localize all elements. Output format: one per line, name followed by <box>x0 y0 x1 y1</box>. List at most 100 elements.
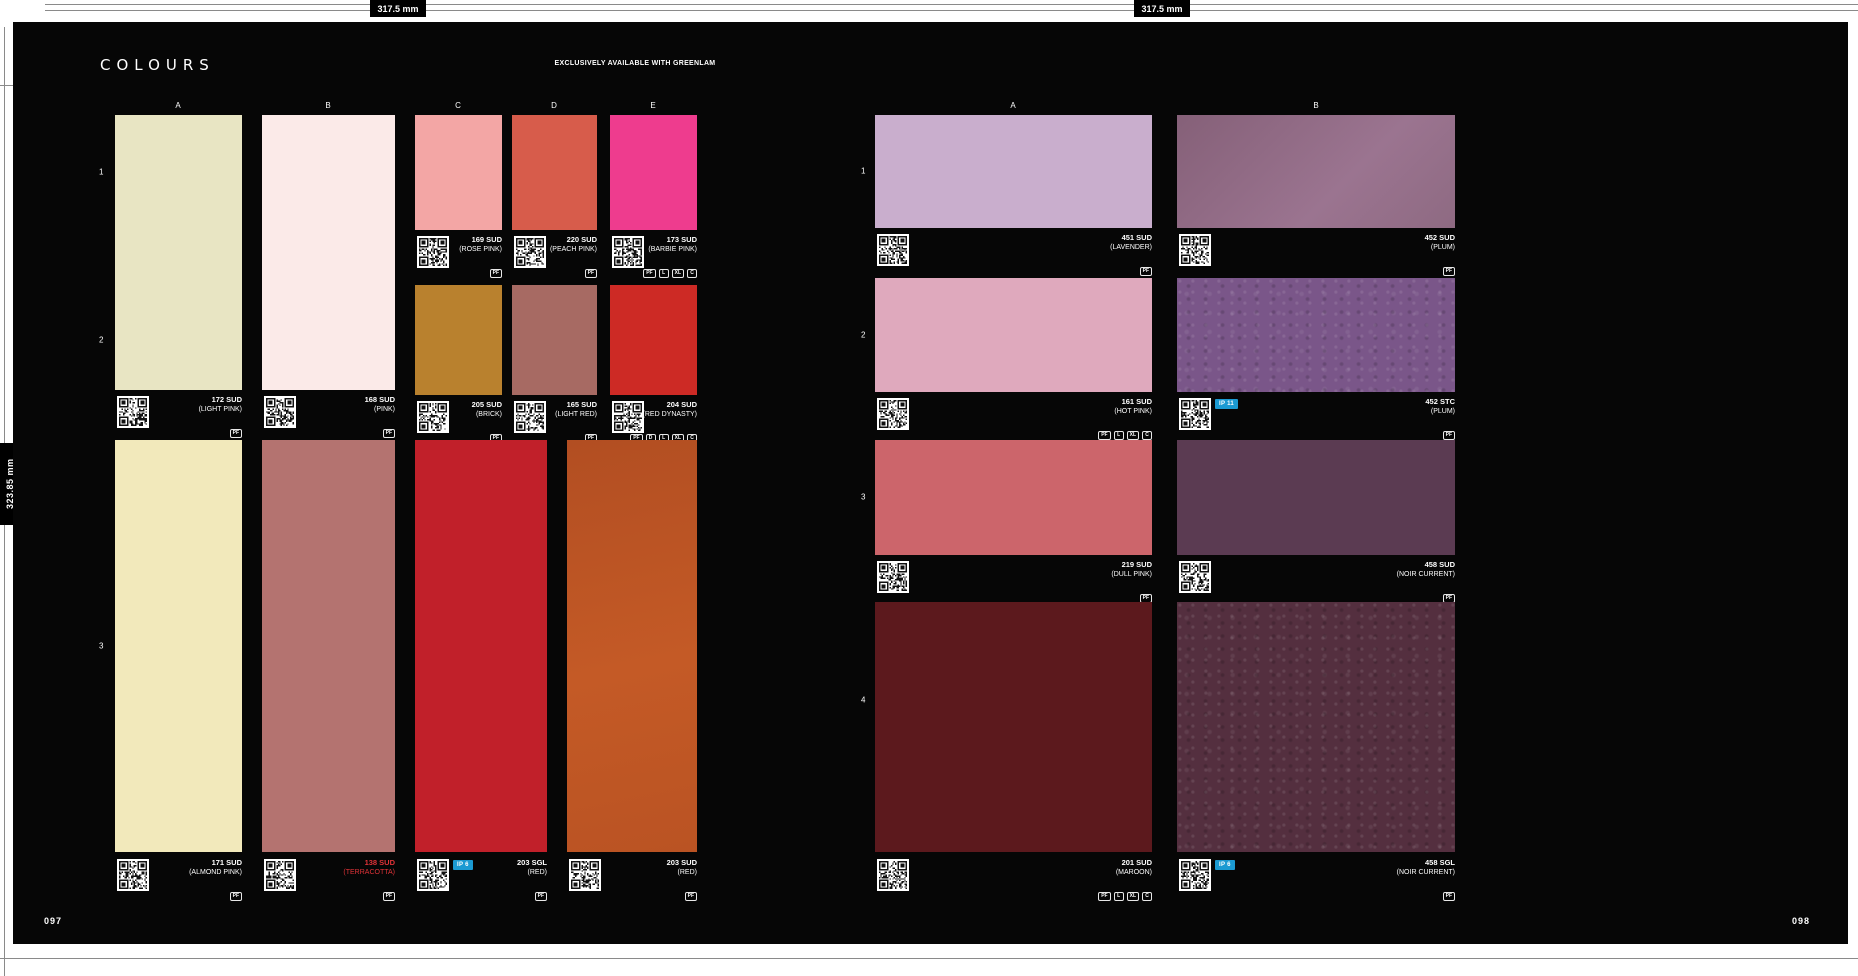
format-badge: PF <box>490 269 502 278</box>
column-header-b: B <box>325 101 330 110</box>
width-measure-tab: 317.5 mm <box>370 0 426 17</box>
swatch-label: 203 SUD (RED) PF <box>567 855 697 900</box>
format-badge: PF <box>383 429 395 438</box>
qr-code[interactable] <box>1179 859 1211 891</box>
swatch-code: 458 SUD <box>1397 560 1455 570</box>
qr-code[interactable] <box>264 859 296 891</box>
swatch-label: 452 SUD (PLUM) PF <box>1177 230 1455 275</box>
swatch-203-sgl <box>415 440 547 852</box>
qr-code[interactable] <box>569 859 601 891</box>
swatch-code: 172 SUD <box>199 395 242 405</box>
swatch-code: 204 SUD <box>643 400 697 410</box>
qr-code[interactable] <box>877 859 909 891</box>
swatch-label: 205 SUD (BRICK) PF <box>415 397 502 442</box>
column-header-e: E <box>650 101 655 110</box>
swatch-name: (LIGHT RED) <box>555 410 597 419</box>
swatch-458-sgl <box>1177 602 1455 852</box>
swatch-code: 205 SUD <box>472 400 502 410</box>
width-measure-tab: 317.5 mm <box>1134 0 1190 17</box>
swatch-name: (PEACH PINK) <box>550 245 597 254</box>
swatch-label: 172 SUD (LIGHT PINK) PF <box>115 392 242 437</box>
swatch-label: IP 11 452 STC (PLUM) PF <box>1177 394 1455 439</box>
qr-code[interactable] <box>514 236 546 268</box>
format-badge: PF <box>230 429 242 438</box>
swatch-code: 173 SUD <box>648 235 697 245</box>
column-header-d: D <box>551 101 557 110</box>
qr-code[interactable] <box>264 396 296 428</box>
qr-code[interactable] <box>877 561 909 593</box>
swatch-label: 451 SUD (LAVENDER) PF <box>875 230 1152 275</box>
swatch-name: (PLUM) <box>1425 407 1455 416</box>
qr-code[interactable] <box>117 396 149 428</box>
swatch-code: 451 SUD <box>1110 233 1152 243</box>
qr-code[interactable] <box>1179 398 1211 430</box>
qr-code[interactable] <box>417 859 449 891</box>
swatch-220-sud <box>512 115 597 230</box>
swatch-204-sud <box>610 285 697 395</box>
qr-code[interactable] <box>417 236 449 268</box>
swatch-458-sud <box>1177 440 1455 555</box>
side-ruler-tick <box>0 85 13 86</box>
swatch-name: (ROSE PINK) <box>459 245 502 254</box>
format-badge: L <box>1114 892 1124 901</box>
format-badge: PF <box>535 892 547 901</box>
format-badge: PF <box>585 269 597 278</box>
swatch-label: 169 SUD (ROSE PINK) PF <box>415 232 502 277</box>
swatch-code: 138 SUD <box>343 858 395 868</box>
qr-code[interactable] <box>612 236 644 268</box>
swatch-169-sud <box>415 115 502 230</box>
ip-rating-tag: IP 11 <box>1215 399 1238 409</box>
swatch-code: 201 SUD <box>1116 858 1152 868</box>
format-badge: PF <box>643 269 655 278</box>
swatch-name: (MAROON) <box>1116 868 1152 877</box>
swatch-165-sud <box>512 285 597 395</box>
format-badge: PF <box>1443 431 1455 440</box>
swatch-203-sud <box>567 440 697 852</box>
column-header-c: C <box>455 101 461 110</box>
swatch-code: 458 SGL <box>1397 858 1455 868</box>
format-badge: XL <box>1127 431 1139 440</box>
qr-code[interactable] <box>877 398 909 430</box>
bottom-ruler-line <box>0 958 1858 959</box>
format-badge: C <box>1142 431 1152 440</box>
ip-rating-tag: IP 6 <box>1215 860 1235 870</box>
top-ruler-line <box>45 10 1858 11</box>
top-ruler-line <box>45 4 1858 5</box>
swatch-173-sud <box>610 115 697 230</box>
qr-code[interactable] <box>417 401 449 433</box>
column-header-a: A <box>1010 101 1015 110</box>
format-badge: PF <box>1140 267 1152 276</box>
swatch-label: 168 SUD (PINK) PF <box>262 392 395 437</box>
swatch-205-sud <box>415 285 502 395</box>
swatch-name: (RED) <box>517 868 547 877</box>
exclusivity-tagline: EXCLUSIVELY AVAILABLE WITH GREENLAM <box>520 60 750 67</box>
swatch-code: 219 SUD <box>1111 560 1152 570</box>
row-header-3: 3 <box>99 642 103 651</box>
qr-code[interactable] <box>1179 234 1211 266</box>
swatch-name: (DULL PINK) <box>1111 570 1152 579</box>
swatch-code: 171 SUD <box>189 858 242 868</box>
qr-code[interactable] <box>877 234 909 266</box>
qr-code[interactable] <box>117 859 149 891</box>
qr-code[interactable] <box>1179 561 1211 593</box>
format-badge: PF <box>383 892 395 901</box>
format-badge: L <box>659 269 669 278</box>
swatch-code: 169 SUD <box>459 235 502 245</box>
swatch-code: 168 SUD <box>365 395 395 405</box>
column-header-b: B <box>1313 101 1318 110</box>
row-header-3: 3 <box>861 493 865 502</box>
swatch-name: (NOIR CURRENT) <box>1397 868 1455 877</box>
swatch-name: (HOT PINK) <box>1114 407 1152 416</box>
row-header-2: 2 <box>861 331 865 340</box>
column-header-a: A <box>175 101 180 110</box>
swatch-161-sud <box>875 278 1152 392</box>
swatch-name: (NOIR CURRENT) <box>1397 570 1455 579</box>
format-badge: C <box>1142 892 1152 901</box>
swatch-219-sud <box>875 440 1152 555</box>
qr-code[interactable] <box>514 401 546 433</box>
swatch-code: 203 SUD <box>667 858 697 868</box>
format-badge: PF <box>1098 892 1110 901</box>
swatch-label: 138 SUD (TERRACOTTA) PF <box>262 855 395 900</box>
swatch-name: (RED) <box>667 868 697 877</box>
swatch-label: 219 SUD (DULL PINK) PF <box>875 557 1152 602</box>
